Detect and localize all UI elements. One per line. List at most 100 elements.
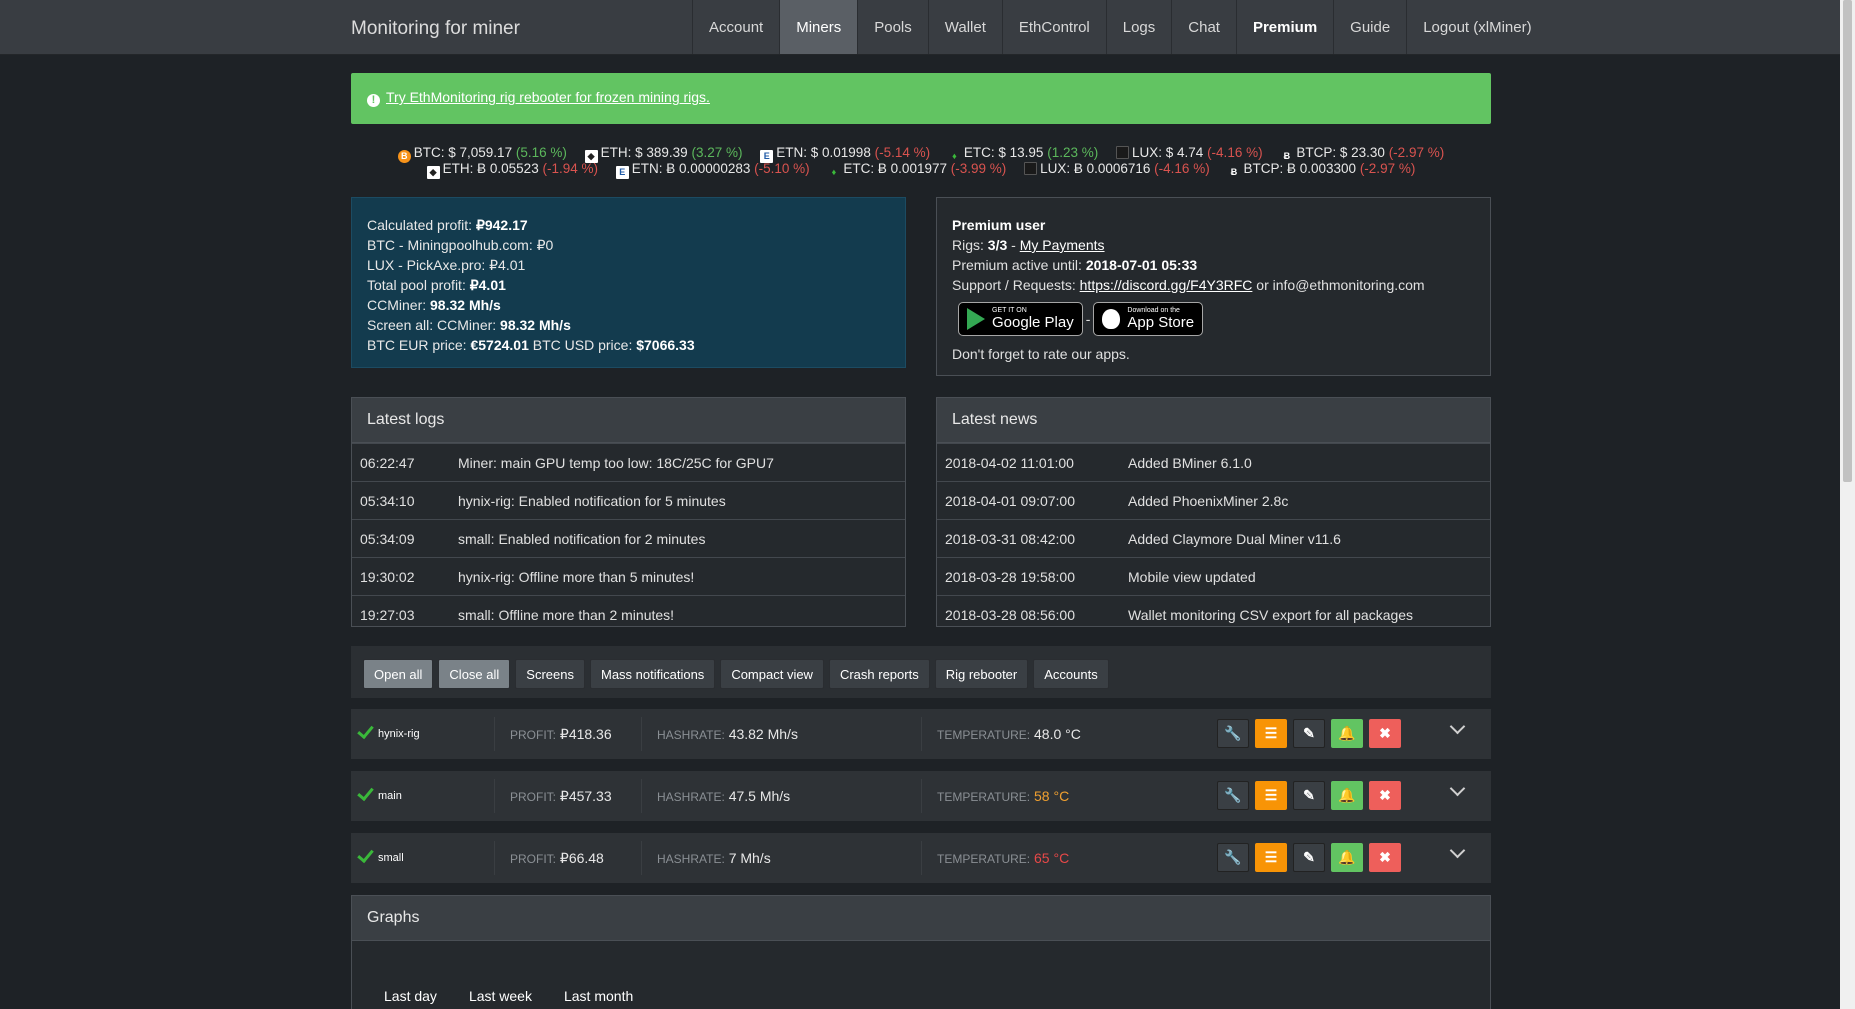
rig-profit: PROFIT: ₽418.36 [510,726,612,742]
ticker-item: Ƀ BTCP: Ƀ 0.003300 (-2.97 %) [1227,161,1416,177]
nav-account[interactable]: Account [692,0,779,54]
compact-view-button[interactable]: Compact view [720,659,824,689]
rate-apps-text: Don't forget to rate our apps. [952,346,1130,362]
close-icon[interactable]: ✖ [1369,843,1401,872]
google-play-badge[interactable]: GET IT ON Google Play [958,302,1083,336]
news-row: 2018-03-28 19:58:00 Mobile view updated [937,557,1490,595]
rig-rebooter-button[interactable]: Rig rebooter [934,659,1029,689]
list-icon[interactable]: ☰ [1255,719,1287,748]
tab-last-week[interactable]: Last week [469,988,532,1004]
rig-name[interactable]: main [357,771,402,821]
lux-coin-icon [1024,162,1038,175]
nav-pools[interactable]: Pools [857,0,928,54]
nav-logs[interactable]: Logs [1105,0,1172,54]
screen-all-hashrate: Screen all: CCMiner: 98.32 Mh/s [367,317,571,333]
pencil-icon[interactable]: ✎ [1293,843,1325,872]
log-row: 19:27:03 small: Offline more than 2 minut… [352,595,905,633]
ticker-item: E ETN: $ 0.01998 (-5.14 %) [760,145,930,163]
rig-profit: PROFIT: ₽66.48 [510,850,604,866]
promo-alert: ! Try EthMonitoring rig rebooter for froz… [351,73,1491,124]
premium-panel: Premium user Rigs: 3/3 - My Payments Pre… [936,197,1491,376]
brand-title[interactable]: Monitoring for miner [351,18,520,40]
crash-reports-button[interactable]: Crash reports [828,659,930,689]
btc-pool-profit: BTC - Miningpoolhub.com: ₽0 [367,237,554,253]
my-payments-link[interactable]: My Payments [1020,237,1105,253]
chevron-down-icon[interactable] [1449,780,1466,797]
app-store-badge[interactable]: Download on the App Store [1093,302,1204,336]
app-badges: GET IT ON Google Play - Download on the Ap… [952,301,1475,337]
lux-pool-profit: LUX - PickAxe.pro: ₽4.01 [367,257,526,273]
rig-name[interactable]: small [357,833,404,883]
nav-chat[interactable]: Chat [1171,0,1236,54]
close-icon[interactable]: ✖ [1369,719,1401,748]
list-icon[interactable]: ☰ [1255,843,1287,872]
news-title: Latest news [937,398,1490,443]
log-row: 05:34:10 hynix-rig: Enabled notification … [352,481,905,519]
rig-name[interactable]: hynix-rig [357,709,420,759]
ticker-item: Ƀ BTCP: $ 23.30 (-2.97 %) [1280,145,1445,161]
discord-link[interactable]: https://discord.gg/F4Y3RFC [1080,277,1253,293]
bell-icon[interactable]: 🔔 [1331,781,1363,810]
ticker-item: B BTC: $ 7,059.17 (5.16 %) [397,145,567,163]
rebooter-link[interactable]: Try EthMonitoring rig rebooter for froze… [386,89,710,105]
rig-temperature: TEMPERATURE: 65 °C [937,850,1070,866]
nav-premium[interactable]: Premium [1235,0,1333,54]
rig-row: hynix-rig PROFIT: ₽418.36 HASHRATE: 43.8… [351,709,1491,759]
news-row: 2018-04-02 11:01:00 Added BMiner 6.1.0 [937,443,1490,481]
rig-actions: 🔧 ☰ ✎ 🔔 ✖ [1217,719,1401,748]
screens-button[interactable]: Screens [515,659,585,689]
exclamation-icon: ! [367,94,380,107]
calculated-profit: Calculated profit: ₽942.17 [367,217,528,233]
mass-notifications-button[interactable]: Mass notifications [589,659,716,689]
ticker-item: ◆ ETH: $ 389.39 (3.27 %) [584,145,743,163]
bell-icon[interactable]: 🔔 [1331,843,1363,872]
scrollbar-thumb[interactable] [1843,0,1852,482]
rig-hashrate: HASHRATE: 43.82 Mh/s [657,726,798,742]
wrench-icon[interactable]: 🔧 [1217,843,1249,872]
nav-logout[interactable]: Logout (xlMiner) [1406,0,1547,54]
rig-hashrate: HASHRATE: 47.5 Mh/s [657,788,791,804]
eth-coin-icon: ◆ [426,166,440,179]
chevron-down-icon[interactable] [1449,842,1466,859]
ticker-item: ♦ ETC: Ƀ 0.001977 (-3.99 %) [827,161,1007,177]
wrench-icon[interactable]: 🔧 [1217,781,1249,810]
graph-range-tabs: Last day Last week Last month [384,988,633,1004]
profit-summary-panel: Calculated profit: ₽942.17 BTC - Miningp… [351,197,906,368]
wrench-icon[interactable]: 🔧 [1217,719,1249,748]
tab-last-month[interactable]: Last month [564,988,633,1004]
log-row: 06:22:47 Miner: main GPU temp too low: 18… [352,443,905,481]
nav-ethcontrol[interactable]: EthControl [1001,0,1106,54]
ticker-item: LUX: Ƀ 0.0006716 (-4.16 %) [1024,161,1210,176]
close-icon[interactable]: ✖ [1369,781,1401,810]
premium-title: Premium user [952,217,1046,233]
log-row: 05:34:09 small: Enabled notification for … [352,519,905,557]
total-pool-profit: Total pool profit: ₽4.01 [367,277,506,293]
news-row: 2018-04-01 09:07:00 Added PhoenixMiner 2.… [937,481,1490,519]
ticker-item: ♦ ETC: $ 13.95 (1.23 %) [948,145,1098,161]
rig-profit: PROFIT: ₽457.33 [510,788,612,804]
latest-news-panel: Latest news 2018-04-02 11:01:00 Added BMi… [936,397,1491,627]
chevron-down-icon[interactable] [1449,718,1466,735]
list-icon[interactable]: ☰ [1255,781,1287,810]
ticker-item: ◆ ETH: Ƀ 0.05523 (-1.94 %) [426,161,598,179]
rig-actions: 🔧 ☰ ✎ 🔔 ✖ [1217,843,1401,872]
tab-last-day[interactable]: Last day [384,988,437,1004]
pencil-icon[interactable]: ✎ [1293,781,1325,810]
rig-temperature: TEMPERATURE: 48.0 °C [937,726,1081,742]
graphs-panel: Graphs Last day Last week Last month [351,895,1491,1009]
nav-miners[interactable]: Miners [779,0,858,54]
graphs-title: Graphs [352,896,1490,941]
close-all-button[interactable]: Close all [438,659,511,689]
price-ticker-btc: ◆ ETH: Ƀ 0.05523 (-1.94 %) E ETN: Ƀ 0.0000… [351,161,1491,179]
rig-temperature: TEMPERATURE: 58 °C [937,788,1070,804]
pencil-icon[interactable]: ✎ [1293,719,1325,748]
page-scrollbar[interactable] [1840,0,1855,1009]
nav-guide[interactable]: Guide [1333,0,1406,54]
nav-wallet[interactable]: Wallet [927,0,1002,54]
open-all-button[interactable]: Open all [363,659,434,689]
apple-icon [1102,309,1121,329]
news-row: 2018-03-28 08:56:00 Wallet monitoring CSV… [937,595,1490,633]
premium-active-until: Premium active until: 2018-07-01 05:33 [952,257,1198,273]
bell-icon[interactable]: 🔔 [1331,719,1363,748]
accounts-button[interactable]: Accounts [1033,659,1109,689]
